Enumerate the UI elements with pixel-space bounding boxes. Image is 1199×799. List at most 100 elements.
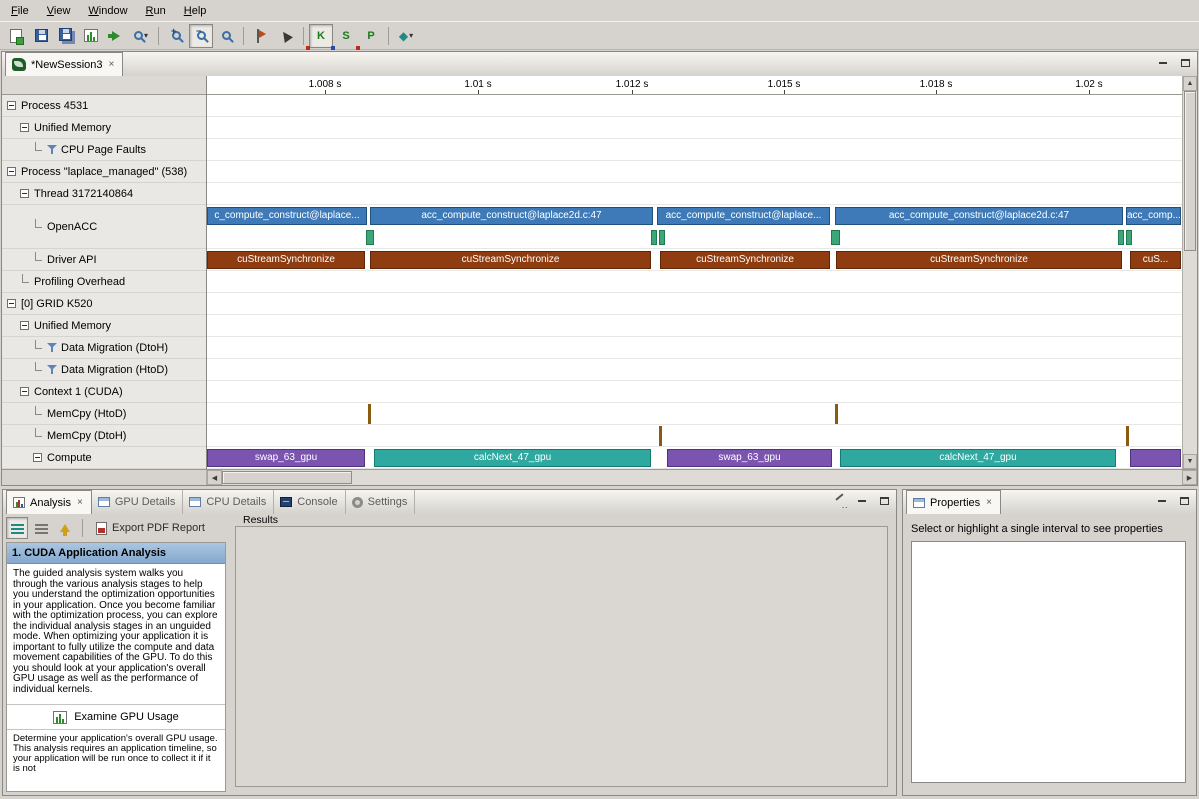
interval-cuStreamSynchronize[interactable]: cuStreamSynchronize: [370, 251, 651, 269]
interval-acc-compute-construct-laplace2d-c-47[interactable]: acc_compute_construct@laplace2d.c:47: [370, 207, 653, 225]
interval-cuStreamSynchronize[interactable]: cuStreamSynchronize: [207, 251, 365, 269]
menu-file[interactable]: File: [2, 2, 38, 20]
timeline-row-memcpy-htod[interactable]: [207, 403, 1182, 425]
scroll-up-button[interactable]: ▲: [1183, 76, 1197, 91]
timeline-row-process-laplace-managed-538[interactable]: [207, 161, 1182, 183]
timeline-row-cpu-page-faults[interactable]: [207, 139, 1182, 161]
maximize-button[interactable]: [1177, 56, 1193, 70]
menu-window[interactable]: Window: [79, 2, 136, 20]
interval[interactable]: [1126, 230, 1132, 245]
timeline-ruler[interactable]: 1.008 s1.01 s1.012 s1.015 s1.018 s1.02 s: [207, 76, 1182, 95]
properties-tab-close-icon[interactable]: ×: [985, 498, 993, 508]
collapse-icon[interactable]: [20, 123, 29, 132]
guided-analysis-button[interactable]: [6, 517, 28, 539]
interval[interactable]: [659, 426, 662, 446]
collapse-icon[interactable]: [7, 167, 16, 176]
timeline-row-context-1-cuda[interactable]: [207, 381, 1182, 403]
session-tab-close-icon[interactable]: ×: [108, 60, 116, 70]
zoom-fit-button[interactable]: [214, 24, 238, 48]
timeline-row-driver-api[interactable]: cuStreamSynchronize cuStreamSynchronize cu…: [207, 249, 1182, 271]
back-up-button[interactable]: [54, 517, 76, 539]
export-pdf-report-button[interactable]: Export PDF Report: [89, 518, 212, 539]
collapse-icon[interactable]: [20, 189, 29, 198]
save-session-button[interactable]: [29, 24, 53, 48]
timeline-row-data-migration-dtoh[interactable]: [207, 337, 1182, 359]
add-marker-button[interactable]: [249, 24, 273, 48]
tree-row-context-1-cuda[interactable]: Context 1 (CUDA): [2, 381, 206, 403]
tree-row-data-migration-htod[interactable]: Data Migration (HtoD): [2, 359, 206, 381]
timeline-row-compute[interactable]: swap_63_gpucalcNext_47_gpuswap_63_gpucal…: [207, 447, 1182, 469]
interval[interactable]: [831, 230, 840, 245]
tree-row-unified-memory[interactable]: Unified Memory: [2, 315, 206, 337]
timeline-row-0-grid-k520[interactable]: [207, 293, 1182, 315]
timeline-row-unified-memory[interactable]: [207, 315, 1182, 337]
filter-icon[interactable]: [47, 145, 57, 155]
maximize-button[interactable]: [876, 494, 892, 508]
scroll-down-button[interactable]: ▼: [1183, 454, 1197, 469]
interval-acc-compute-construct-laplace2d-c-47[interactable]: acc_compute_construct@laplace2d.c:47: [835, 207, 1123, 225]
tree-row-profiling-overhead[interactable]: Profiling Overhead: [2, 271, 206, 293]
interval[interactable]: [835, 404, 838, 424]
interval-cuS[interactable]: cuS...: [1130, 251, 1181, 269]
interval-acc-comp[interactable]: acc_comp...: [1126, 207, 1181, 225]
tree-row-memcpy-htod[interactable]: MemCpy (HtoD): [2, 403, 206, 425]
tab-analysis[interactable]: Analysis ×: [6, 490, 92, 514]
interval[interactable]: [651, 230, 657, 245]
analysis-tab-close-icon[interactable]: ×: [76, 498, 84, 508]
tree-row-process-4531[interactable]: Process 4531: [2, 95, 206, 117]
unguided-analysis-button[interactable]: [30, 517, 52, 539]
interval-acc-compute-construct-laplace[interactable]: acc_compute_construct@laplace...: [657, 207, 830, 225]
timeline-row-memcpy-dtoh[interactable]: [207, 425, 1182, 447]
tree-row-cpu-page-faults[interactable]: CPU Page Faults: [2, 139, 206, 161]
tab-settings[interactable]: Settings: [346, 490, 416, 514]
timeline-row-process-4531[interactable]: [207, 95, 1182, 117]
horizontal-scroll-track[interactable]: [352, 470, 1182, 485]
menu-view[interactable]: View: [38, 2, 80, 20]
maximize-button[interactable]: [1176, 494, 1192, 508]
horizontal-scrollbar[interactable]: ◀ ▶: [207, 470, 1197, 485]
interval[interactable]: [1130, 449, 1181, 467]
vertical-scrollbar[interactable]: ▲ ▼: [1182, 76, 1197, 469]
zoom-in-button[interactable]: +: [164, 24, 188, 48]
timeline-row-openacc[interactable]: c_compute_construct@laplace...acc_comput…: [207, 205, 1182, 249]
interval-calcNext-47-gpu[interactable]: calcNext_47_gpu: [374, 449, 651, 467]
tab-cpu-details[interactable]: CPU Details: [183, 490, 274, 514]
tree-row-data-migration-dtoh[interactable]: Data Migration (DtoH): [2, 337, 206, 359]
minimize-button[interactable]: [1154, 494, 1170, 508]
collapse-icon[interactable]: [7, 299, 16, 308]
search-button[interactable]: ▾: [129, 24, 153, 48]
vertical-scroll-thumb[interactable]: [1184, 91, 1196, 251]
interval[interactable]: [366, 230, 374, 245]
tree-row-compute[interactable]: Compute: [2, 447, 206, 469]
pointer-mode-button[interactable]: [274, 24, 298, 48]
zoom-out-button[interactable]: −: [189, 24, 213, 48]
interval[interactable]: [1126, 426, 1129, 446]
analysis-mode-button[interactable]: ◆ ▾: [394, 24, 418, 48]
session-tab[interactable]: *NewSession3 ×: [5, 52, 123, 76]
menu-help[interactable]: Help: [175, 2, 216, 20]
save-all-button[interactable]: [54, 24, 78, 48]
process-highlight-toggle[interactable]: P: [359, 24, 383, 48]
tree-row-openacc[interactable]: OpenACC: [2, 205, 206, 249]
kernel-highlight-toggle[interactable]: K: [309, 24, 333, 48]
collapse-icon[interactable]: [7, 101, 16, 110]
tree-row-0-grid-k520[interactable]: [0] GRID K520: [2, 293, 206, 315]
menu-run[interactable]: Run: [137, 2, 175, 20]
new-session-button[interactable]: [4, 24, 28, 48]
tree-row-unified-memory[interactable]: Unified Memory: [2, 117, 206, 139]
horizontal-scroll-thumb[interactable]: [222, 471, 352, 484]
tree-row-process-laplace-managed-538[interactable]: Process "laplace_managed" (538): [2, 161, 206, 183]
interval-swap-63-gpu[interactable]: swap_63_gpu: [207, 449, 365, 467]
export-profile-button[interactable]: [104, 24, 128, 48]
interval-calcNext-47-gpu[interactable]: calcNext_47_gpu: [840, 449, 1116, 467]
vertical-scroll-track[interactable]: [1183, 251, 1197, 454]
tab-gpu-details[interactable]: GPU Details: [92, 490, 184, 514]
profile-application-button[interactable]: [79, 24, 103, 48]
tree-row-thread-3172140864[interactable]: Thread 3172140864: [2, 183, 206, 205]
interval-c-compute-construct-laplace[interactable]: c_compute_construct@laplace...: [207, 207, 367, 225]
interval-cuStreamSynchronize[interactable]: cuStreamSynchronize: [660, 251, 830, 269]
minimize-button[interactable]: [854, 494, 870, 508]
scroll-right-button[interactable]: ▶: [1182, 470, 1197, 485]
stream-highlight-toggle[interactable]: S: [334, 24, 358, 48]
interval[interactable]: [368, 404, 371, 424]
